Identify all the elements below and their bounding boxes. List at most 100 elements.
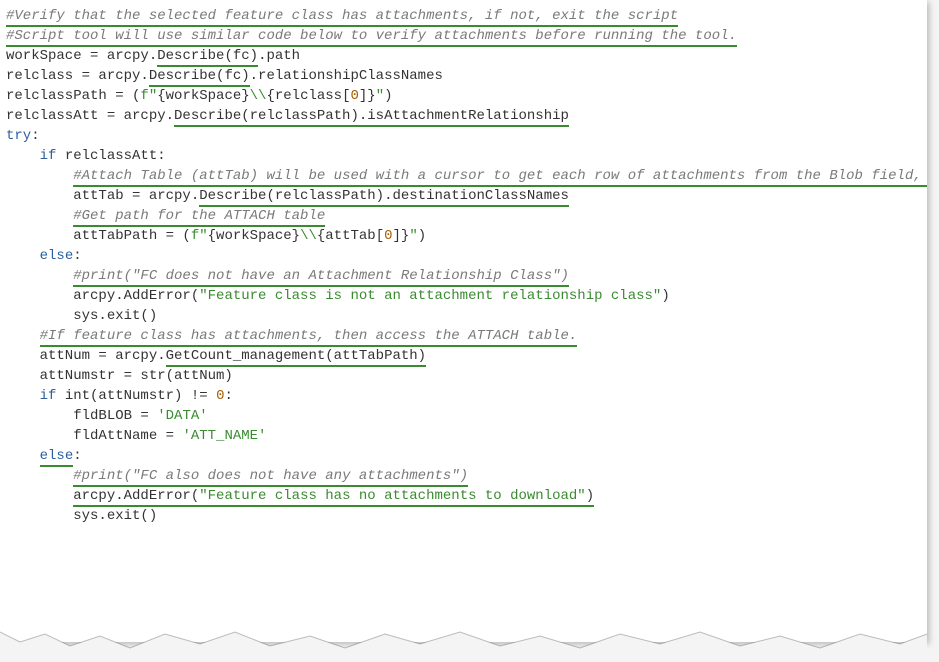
code-token: #print("FC also does not have any attach… xyxy=(73,468,468,487)
code-line: #If feature class has attachments, then … xyxy=(6,328,577,347)
code-line: #Attach Table (attTab) will be used with… xyxy=(6,168,927,187)
code-token: ) xyxy=(661,288,669,304)
code-token: : xyxy=(31,128,39,144)
code-token: GetCount_management(attTabPath) xyxy=(166,348,426,367)
code-token: Describe(fc) xyxy=(149,68,250,87)
code-token: {relclass[ xyxy=(266,88,350,104)
code-line: else: xyxy=(6,248,82,264)
code-token: attNum = arcpy. xyxy=(6,348,166,364)
code-line: relclassPath = (f"{workSpace}\\{relclass… xyxy=(6,88,393,104)
code-token: #If feature class has attachments, then … xyxy=(40,328,578,347)
code-token: " xyxy=(376,88,384,104)
code-token: sys.exit() xyxy=(6,508,157,524)
code-token: #Script tool will use similar code below… xyxy=(6,28,737,47)
code-listing: #Verify that the selected feature class … xyxy=(6,6,921,526)
screenshot-viewport: #Verify that the selected feature class … xyxy=(0,0,939,662)
code-line: sys.exit() xyxy=(6,508,157,524)
code-token: 0 xyxy=(384,228,392,244)
code-line: if int(attNumstr) != 0: xyxy=(6,388,233,404)
code-token: ]} xyxy=(393,228,410,244)
code-token: " xyxy=(409,228,417,244)
code-token xyxy=(6,168,73,184)
code-token: fldAttName = xyxy=(6,428,182,444)
code-line: fldBLOB = 'DATA' xyxy=(6,408,208,424)
code-line: attTabPath = (f"{workSpace}\\{attTab[0]}… xyxy=(6,228,426,244)
code-line: #Script tool will use similar code below… xyxy=(6,28,737,47)
code-token: #Attach Table (attTab) will be used with… xyxy=(73,168,927,187)
code-line: attNumstr = str(attNum) xyxy=(6,368,233,384)
code-token: "Feature class is not an attachment rela… xyxy=(199,288,661,304)
code-token: #print("FC does not have an Attachment R… xyxy=(73,268,569,287)
code-line: else: xyxy=(6,448,82,467)
code-token: relclassAtt: xyxy=(56,148,165,164)
code-token xyxy=(6,248,40,264)
code-token xyxy=(6,388,40,404)
code-token xyxy=(6,488,73,504)
code-line: arcpy.AddError("Feature class has no att… xyxy=(6,488,594,507)
code-token: f" xyxy=(191,228,208,244)
code-token: {attTab[ xyxy=(317,228,384,244)
code-token: if xyxy=(40,388,57,404)
code-line: #Get path for the ATTACH table xyxy=(6,208,325,227)
code-token: arcpy.AddError( xyxy=(6,288,199,304)
code-token: fldBLOB = xyxy=(6,408,157,424)
code-token: Describe(fc) xyxy=(157,48,258,67)
code-line: relclassAtt = arcpy.Describe(relclassPat… xyxy=(6,108,569,127)
code-line: #Verify that the selected feature class … xyxy=(6,8,678,27)
code-token: ) xyxy=(384,88,392,104)
code-token: 'DATA' xyxy=(157,408,207,424)
code-token: else xyxy=(40,448,74,467)
code-token xyxy=(6,268,73,284)
code-token: \\ xyxy=(250,88,267,104)
code-token: 'ATT_NAME' xyxy=(182,428,266,444)
code-token: ]} xyxy=(359,88,376,104)
code-token: ) xyxy=(586,488,594,507)
code-token: attNumstr = str(attNum) xyxy=(6,368,233,384)
code-line: workSpace = arcpy.Describe(fc).path xyxy=(6,48,300,67)
code-token xyxy=(6,328,40,344)
code-token: sys.exit() xyxy=(6,308,157,324)
code-token: if xyxy=(40,148,57,164)
code-token: \\ xyxy=(300,228,317,244)
code-token: #Get path for the ATTACH table xyxy=(73,208,325,227)
code-token: else xyxy=(40,248,74,264)
code-token: "Feature class has no attachments to dow… xyxy=(199,488,585,507)
code-token: ) xyxy=(418,228,426,244)
code-line: relclass = arcpy.Describe(fc).relationsh… xyxy=(6,68,443,87)
code-line: if relclassAtt: xyxy=(6,148,166,164)
code-token: : xyxy=(73,248,81,264)
code-token: int(attNumstr) != xyxy=(56,388,216,404)
code-token: attTabPath = ( xyxy=(6,228,191,244)
code-token: attTab = arcpy. xyxy=(6,188,199,204)
code-token: f" xyxy=(140,88,157,104)
code-token xyxy=(6,448,40,464)
code-line: try: xyxy=(6,128,40,144)
code-line: attTab = arcpy.Describe(relclassPath).de… xyxy=(6,188,569,207)
code-line: sys.exit() xyxy=(6,308,157,324)
code-token: arcpy.AddError( xyxy=(73,488,199,507)
code-token: #Verify that the selected feature class … xyxy=(6,8,678,27)
code-token: .path xyxy=(258,48,300,64)
code-token: Describe(relclassPath).isAttachmentRelat… xyxy=(174,108,569,127)
code-token: {workSpace} xyxy=(157,88,249,104)
code-token: .relationshipClassNames xyxy=(250,68,443,84)
code-line: #print("FC does not have an Attachment R… xyxy=(6,268,569,287)
code-token: relclassPath = ( xyxy=(6,88,140,104)
code-token: relclassAtt = arcpy. xyxy=(6,108,174,124)
code-token: Describe(relclassPath).destinationClassN… xyxy=(199,188,569,207)
code-token xyxy=(6,208,73,224)
code-paper: #Verify that the selected feature class … xyxy=(0,0,927,642)
code-token: try xyxy=(6,128,31,144)
code-token: 0 xyxy=(350,88,358,104)
code-token: workSpace = arcpy. xyxy=(6,48,157,64)
code-token: {workSpace} xyxy=(208,228,300,244)
code-token: relclass = arcpy. xyxy=(6,68,149,84)
code-token xyxy=(6,468,73,484)
code-line: arcpy.AddError("Feature class is not an … xyxy=(6,288,670,304)
code-token: : xyxy=(73,448,81,464)
code-line: #print("FC also does not have any attach… xyxy=(6,468,468,487)
code-token: : xyxy=(224,388,232,404)
code-token xyxy=(6,148,40,164)
code-line: attNum = arcpy.GetCount_management(attTa… xyxy=(6,348,426,367)
code-line: fldAttName = 'ATT_NAME' xyxy=(6,428,266,444)
